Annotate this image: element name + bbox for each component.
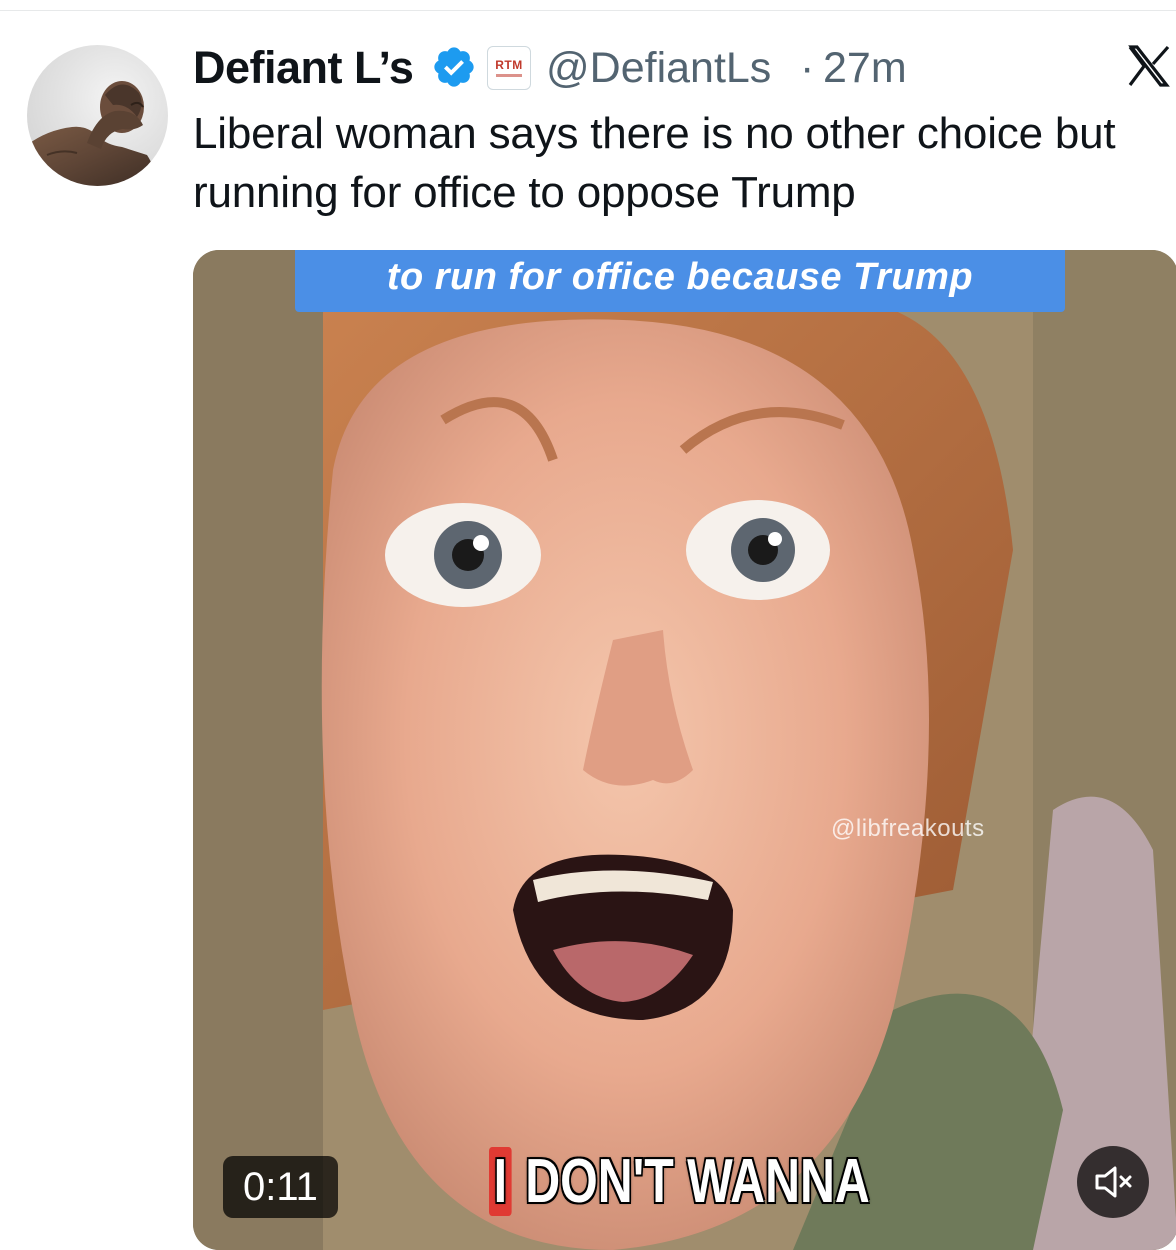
speaker-muted-icon [1095,1166,1132,1198]
mute-toggle-button[interactable] [1077,1146,1149,1218]
affiliate-badge-label: RTM [495,58,523,72]
affiliate-badge-rule [496,74,522,77]
author-handle[interactable]: @DefiantLs [546,40,771,96]
caption-highlight-word: I [489,1147,512,1216]
x-logo-icon [1128,45,1170,87]
tweet-header: Defiant L’s RTM @DefiantLs · 27m [193,40,1173,96]
video-caption-bottom: I DON'T WANNA [489,1142,870,1222]
statue-avatar-image [27,81,156,186]
tweet-text: Liberal woman says there is no other cho… [193,109,1116,217]
verified-badge-icon[interactable] [431,44,477,90]
video-watermark: @libfreakouts [831,815,985,842]
post-time[interactable]: 27m [823,40,907,96]
author-name[interactable]: Defiant L’s [193,40,414,96]
top-divider [0,0,1176,11]
caption-rest: DON'T WANNA [511,1147,870,1216]
video-duration: 0:11 [223,1156,338,1218]
video-frame [193,250,1176,1250]
affiliate-badge[interactable]: RTM [487,46,531,90]
video-caption-top: to run for office because Trump [295,250,1065,312]
meta-separator: · [800,44,815,92]
video-player[interactable]: to run for office because Trump @libfrea… [193,250,1176,1250]
author-avatar[interactable] [27,45,168,186]
